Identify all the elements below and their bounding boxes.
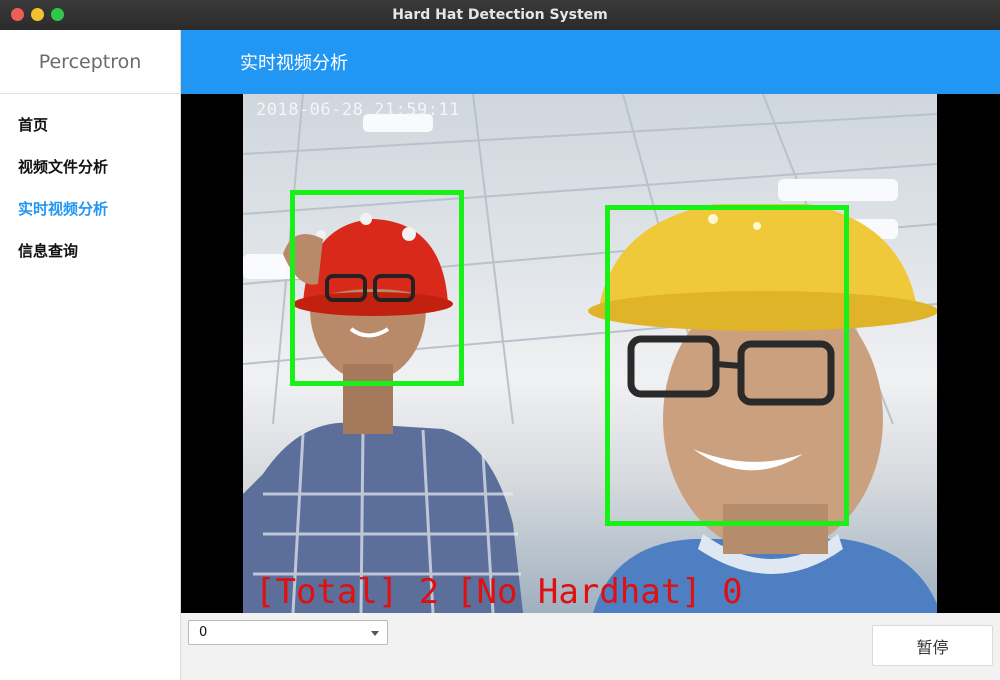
camera-frame: 2018-06-28 21:59:11 [Total] 2 [No Hardha… [243,94,937,613]
sidebar-nav: 首页 视频文件分析 实时视频分析 信息查询 [0,94,180,272]
no-hardhat-count-label: [No Hardhat] 0 [456,572,743,612]
camera-select-value: 0 [199,625,208,640]
camera-select[interactable]: 0 [188,620,388,645]
detection-box-left [290,190,464,386]
video-panel: 2018-06-28 21:59:11 [Total] 2 [No Hardha… [181,94,1000,613]
pause-button[interactable]: 暂停 [872,625,993,666]
video-timestamp: 2018-06-28 21:59:11 [256,100,460,120]
minimize-window-button[interactable] [31,8,44,21]
controls-bar: 0 暂停 [181,613,1000,680]
page-title: 实时视频分析 [240,53,348,74]
chevron-down-icon [371,631,379,636]
brand-logo: Perceptron [0,30,180,94]
close-window-button[interactable] [11,8,24,21]
window-title: Hard Hat Detection System [392,7,608,23]
detection-box-right [605,205,849,526]
maximize-window-button[interactable] [51,8,64,21]
sidebar: Perceptron 首页 视频文件分析 实时视频分析 信息查询 [0,30,181,680]
sidebar-item-realtime-video-analysis[interactable]: 实时视频分析 [0,188,180,230]
window-titlebar: Hard Hat Detection System [0,0,1000,30]
sidebar-item-video-file-analysis[interactable]: 视频文件分析 [0,146,180,188]
sidebar-item-home[interactable]: 首页 [0,104,180,146]
page-header: 实时视频分析 [181,30,1000,94]
sidebar-item-info-query[interactable]: 信息查询 [0,230,180,272]
window-controls [11,8,64,21]
total-count-label: [Total] 2 [255,572,440,612]
